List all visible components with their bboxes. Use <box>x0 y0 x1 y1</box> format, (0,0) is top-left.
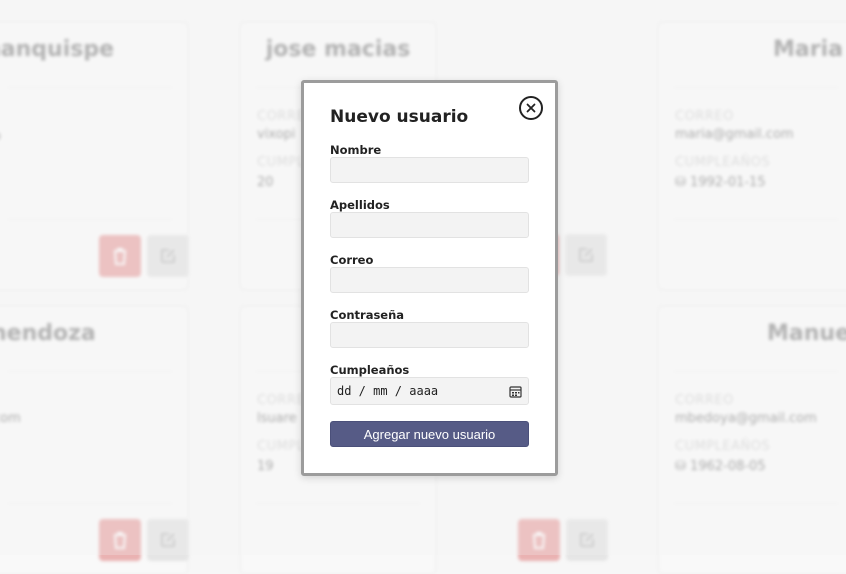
date-placeholder: dd / mm / aaaa <box>337 384 439 398</box>
birthday-date-field[interactable]: dd / mm / aaaa <box>330 377 529 405</box>
correo-label: Correo <box>330 253 374 267</box>
password-field[interactable] <box>330 322 529 348</box>
modal-title: Nuevo usuario <box>330 107 469 127</box>
add-user-button[interactable]: Agregar nuevo usuario <box>330 421 529 447</box>
contrasena-label: Contraseña <box>330 308 405 322</box>
apellidos-label: Apellidos <box>330 198 390 212</box>
email-field[interactable] <box>330 267 529 293</box>
nombre-label: Nombre <box>330 143 382 157</box>
cumpleanos-label: Cumpleaños <box>330 363 410 377</box>
nombre-field[interactable] <box>330 157 529 183</box>
apellidos-field[interactable] <box>330 212 529 238</box>
close-icon <box>526 103 536 113</box>
calendar-icon[interactable] <box>509 385 522 398</box>
new-user-modal: Nuevo usuario Nombre Apellidos Correo Co… <box>301 80 558 476</box>
close-button[interactable] <box>519 96 543 120</box>
